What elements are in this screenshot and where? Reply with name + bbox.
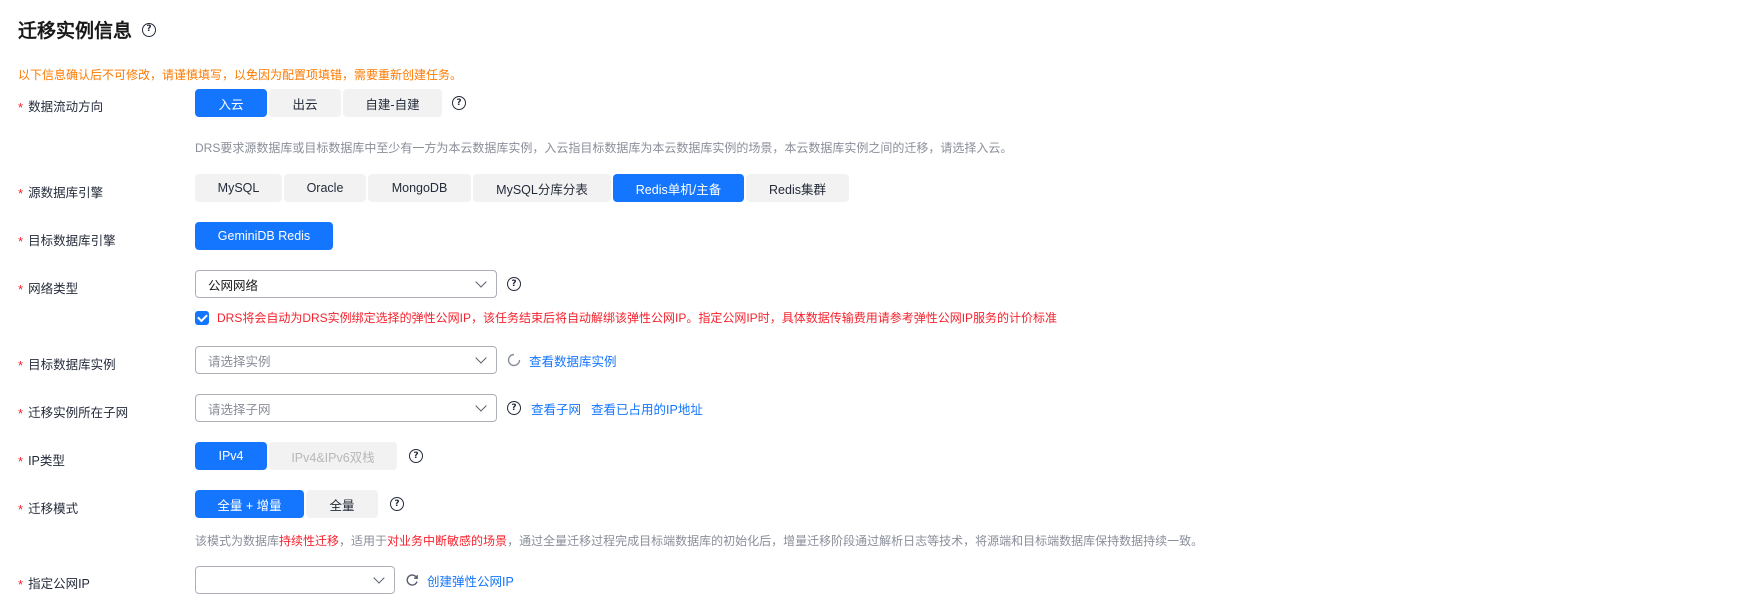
required-icon: * [18,234,24,249]
network-checkbox-row: DRS将会自动为DRS实例绑定选择的弹性公网IP，该任务结束后将自动解绑该弹性公… [195,309,1057,326]
target-instance-select[interactable]: 请选择实例 [195,346,497,374]
view-instance-link[interactable]: 查看数据库实例 [529,351,617,370]
source-engine-segment: MySQL Oracle MongoDB MySQL分库分表 Redis单机/主… [195,174,851,202]
network-select-value: 公网网络 [208,278,259,293]
target-engine-segment: GeminiDB Redis [195,222,335,250]
required-icon: * [18,282,24,297]
checkmark-icon [196,311,208,322]
public-ip-label: * 指定公网IP [18,577,90,592]
view-subnet-link[interactable]: 查看子网 [531,399,581,418]
ip-type-help-icon[interactable]: ? [409,449,423,463]
view-used-ip-link[interactable]: 查看已占用的IP地址 [591,399,703,418]
eip-checkbox[interactable] [195,310,209,325]
chevron-down-icon [373,572,385,584]
loading-icon [507,353,521,367]
warning-text: 以下信息确认后不可修改，请谨慎填写，以免因为配置项填错，需要重新创建任务。 [18,68,463,82]
mode-full[interactable]: 全量 [306,490,378,518]
source-engine-oracle[interactable]: Oracle [284,174,366,202]
required-icon: * [18,186,24,201]
direction-option-in[interactable]: 入云 [195,89,267,117]
target-instance-row: 请选择实例 查看数据库实例 [195,346,617,374]
subnet-select[interactable]: 请选择子网 [195,394,497,422]
network-select[interactable]: 公网网络 [195,270,497,298]
required-icon: * [18,454,24,469]
direction-segment: 入云 出云 自建-自建 ? [195,89,466,117]
direction-help-icon[interactable]: ? [452,96,466,110]
chevron-down-icon [475,400,487,412]
direction-hint: DRS要求源数据库或目标数据库中至少有一方为本云数据库实例，入云指目标数据库为本… [195,141,1013,155]
required-icon: * [18,100,24,115]
ip-type-label: * IP类型 [18,454,65,469]
source-engine-mongodb[interactable]: MongoDB [368,174,471,202]
network-row: 公网网络 ? [195,270,521,298]
required-icon: * [18,577,24,592]
direction-label: * 数据流动方向 [18,100,104,115]
refresh-icon[interactable] [405,573,419,587]
target-instance-placeholder: 请选择实例 [208,354,271,369]
mode-segment: 全量 + 增量 全量 ? [195,490,404,518]
direction-option-selfbuilt[interactable]: 自建-自建 [343,89,442,117]
mode-hint: 该模式为数据库持续性迁移，适用于对业务中断敏感的场景，通过全量迁移过程完成目标端… [195,534,1204,548]
subnet-row: 请选择子网 ? 查看子网 查看已占用的IP地址 [195,394,703,422]
source-engine-redis-cluster[interactable]: Redis集群 [746,174,849,202]
source-engine-mysql[interactable]: MySQL [195,174,282,202]
network-help-icon[interactable]: ? [507,277,521,291]
source-engine-label: * 源数据库引擎 [18,186,104,201]
required-icon: * [18,358,24,373]
mode-help-icon[interactable]: ? [390,497,404,511]
subnet-help-icon[interactable]: ? [507,401,521,415]
mode-full-incremental[interactable]: 全量 + 增量 [195,490,304,518]
public-ip-select[interactable] [195,566,395,594]
target-instance-label: * 目标数据库实例 [18,358,116,373]
chevron-down-icon [475,352,487,364]
required-icon: * [18,406,24,421]
source-engine-redis-single[interactable]: Redis单机/主备 [613,174,744,202]
subnet-label: * 迁移实例所在子网 [18,406,129,421]
subnet-placeholder: 请选择子网 [208,402,271,417]
page-title-text: 迁移实例信息 [18,21,133,42]
eip-checkbox-text: DRS将会自动为DRS实例绑定选择的弹性公网IP，该任务结束后将自动解绑该弹性公… [217,311,1058,325]
source-engine-mysql-sharding[interactable]: MySQL分库分表 [473,174,611,202]
ip-type-ipv4[interactable]: IPv4 [195,442,267,470]
ip-type-dualstack: IPv4&IPv6双栈 [269,442,397,470]
direction-option-out[interactable]: 出云 [269,89,341,117]
help-icon[interactable]: ? [142,22,157,37]
ip-type-segment: IPv4 IPv4&IPv6双栈 ? [195,442,423,470]
mode-label: * 迁移模式 [18,502,79,517]
chevron-down-icon [475,276,487,288]
create-eip-link[interactable]: 创建弹性公网IP [427,571,514,590]
required-icon: * [18,502,24,517]
page-title: 迁移实例信息 ? [18,16,157,43]
public-ip-row: 创建弹性公网IP [195,566,514,594]
target-engine-label: * 目标数据库引擎 [18,234,116,249]
target-engine-geminidb[interactable]: GeminiDB Redis [195,222,333,250]
network-label: * 网络类型 [18,282,79,297]
